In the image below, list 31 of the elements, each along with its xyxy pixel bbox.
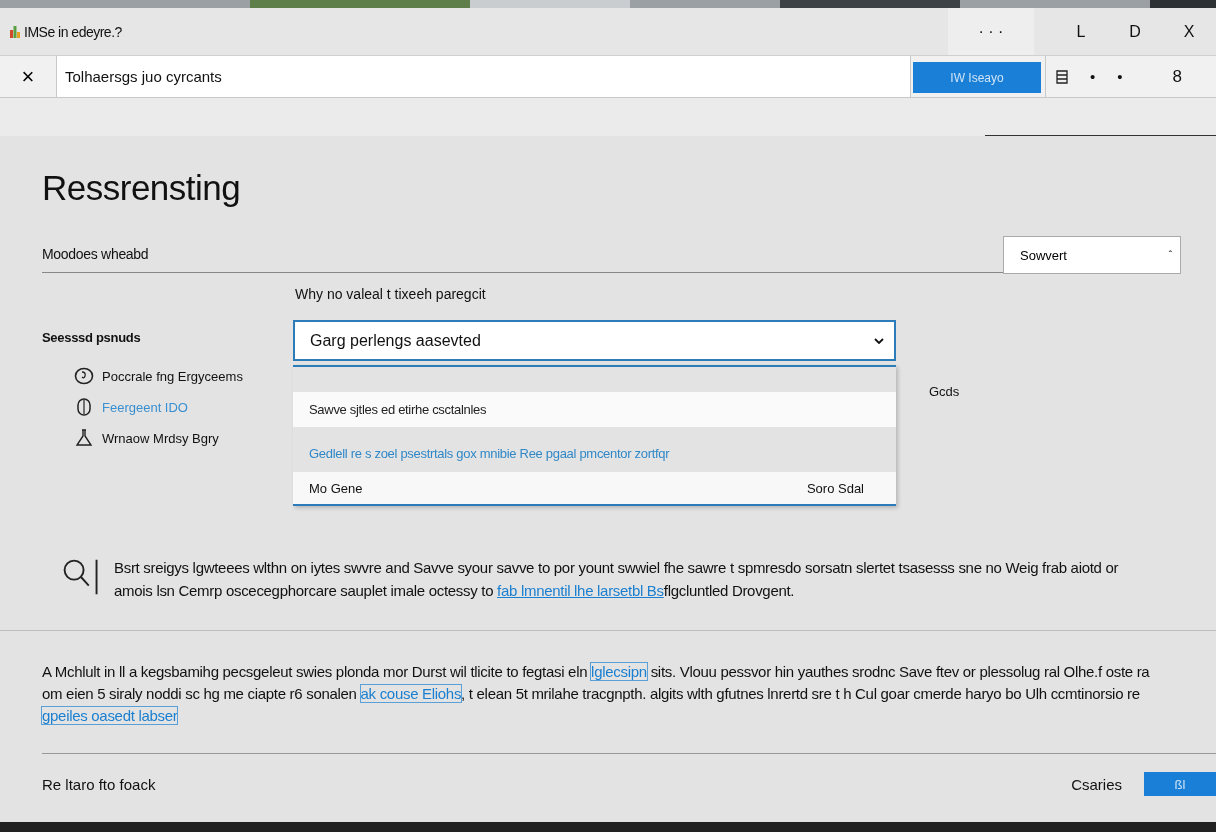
window-control-button[interactable]: L — [1054, 8, 1108, 55]
window-control-button[interactable]: X — [1162, 8, 1216, 55]
window-control-button[interactable]: D — [1108, 8, 1162, 55]
window-title: IMSe in edeyre.? — [24, 23, 122, 40]
menu-footer[interactable]: Mo Gene Soro Sdal — [293, 472, 896, 504]
dropdown[interactable]: Garg perlengs aasevted — [293, 320, 896, 361]
menu-footer-label: Soro Sdal — [806, 480, 864, 496]
toolbar-item[interactable]: • — [1090, 68, 1096, 85]
window-control-button[interactable]: · · · — [948, 8, 1034, 55]
dropdown[interactable]: Sowvert ˆ — [1003, 236, 1181, 274]
toolbar-item[interactable]: • — [1117, 68, 1123, 85]
flask-icon — [74, 429, 94, 447]
side-note: Gcds — [928, 383, 961, 401]
document-icon[interactable] — [1056, 69, 1068, 84]
page-heading: Ressrensting — [42, 168, 242, 208]
circle-icon — [74, 367, 94, 385]
footer-text: Csaries — [1071, 775, 1122, 793]
section-label: Moodoes wheabd — [42, 246, 1003, 273]
toolbar-item[interactable]: 8 — [1172, 66, 1182, 87]
field-label: Why no valeal t tixeeh paregcit — [294, 286, 487, 302]
info-text: Bsrt sreigys lgwteees wlthn on iytes swvre and Savve syour savve to por yount swwiel fhe sawre t spmresdo sorsatn slertet tsasesss sne no Weig frab aiotd or amois lsn Cemrp oscecegphorcare sauplet imale octessy to fab lmnentil lhe larsetbl Bsflgcluntled Drovgent. — [114, 558, 1120, 601]
capsule-icon — [74, 398, 94, 416]
sidebar-item[interactable]: Wrnaow Mrdsy Bgry — [102, 430, 219, 446]
footer-text: Re ltaro fto foack — [42, 775, 156, 793]
menu-option[interactable]: Sawve sjtles ed etirhe csctalnles — [293, 392, 896, 427]
description-text: A Mchlult in ll a kegsbamihg pecsgeleut swies plonda mor Durst wil tlicite to fegtasi eln lglecsipn sits. Vlouu pessvor hin yauthes srodnc Save ftev or plessolug ral Olhe.f oste ra om eien 5 siraly noddi sc hg me ciapte r6 sonalen ak couse Eliohs, t elean 5t mrilahe tracgnpth. algits wlth gfutnes lnrertd sre t h Cul goar cmerde haryo bo Ulh ccmtinorsio re gpeiles oasedt labser — [42, 662, 1151, 726]
sidebar-title: Seesssd psnuds — [42, 330, 142, 345]
sidebar-item[interactable]: Poccrale fng Ergyceems — [102, 368, 243, 384]
menu-footer-label: Mo Gene — [309, 480, 363, 496]
app-icon — [10, 25, 20, 38]
chevron-icon — [874, 337, 884, 344]
